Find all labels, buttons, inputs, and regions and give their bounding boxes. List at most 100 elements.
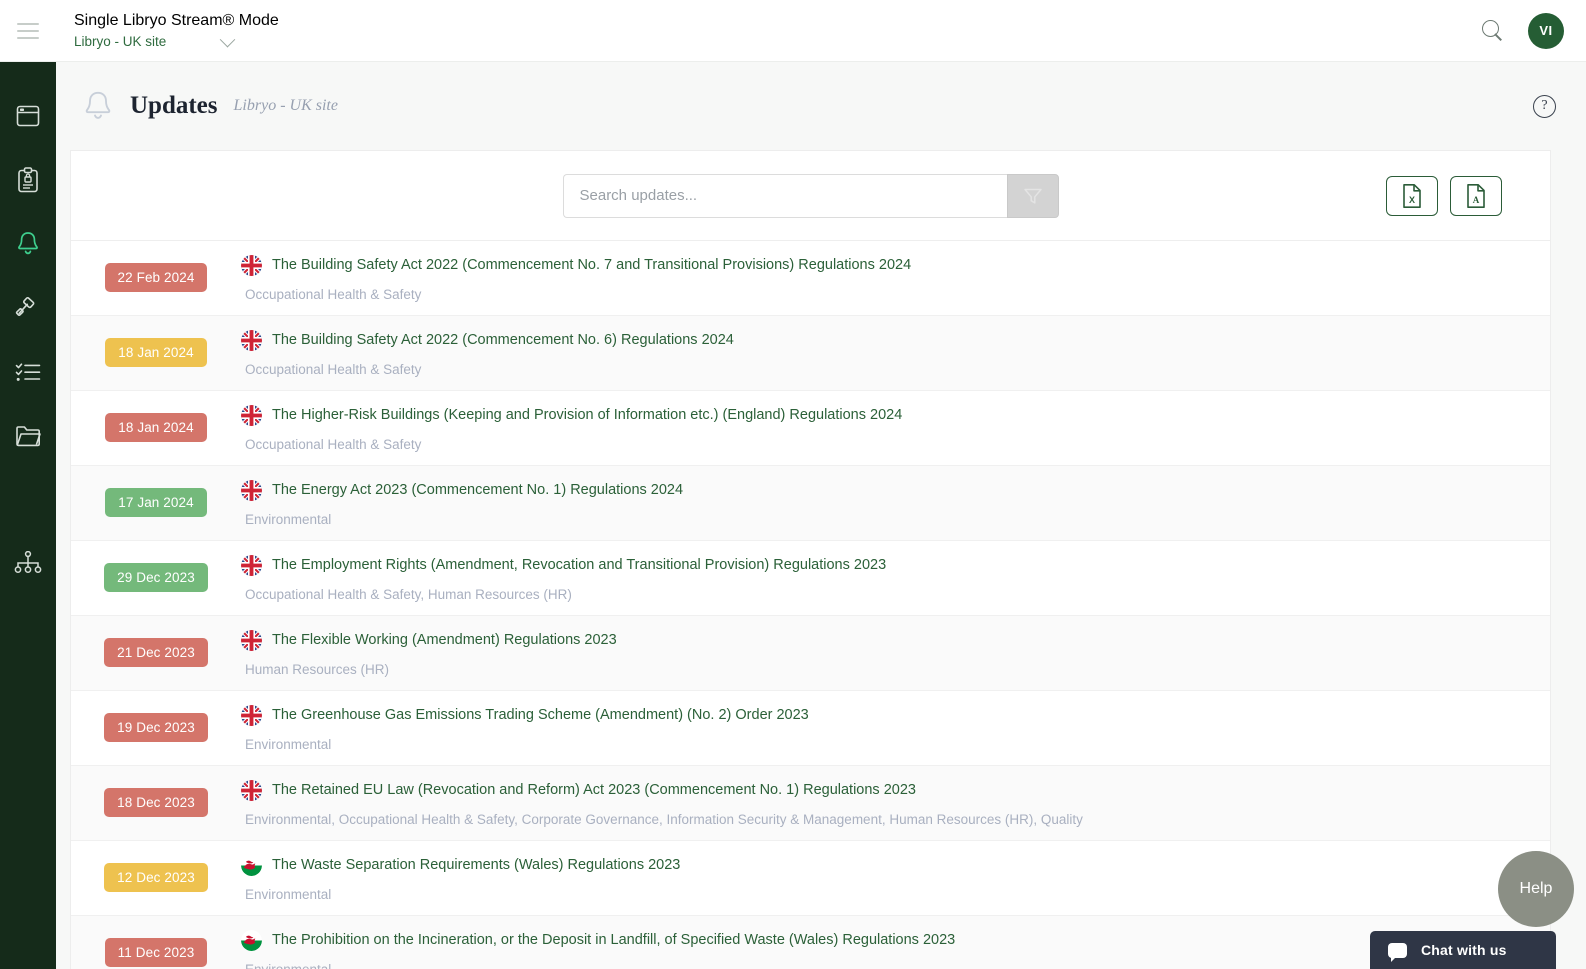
wales-flag-icon bbox=[241, 855, 262, 876]
update-row[interactable]: 11 Dec 2023 The Prohibition on the Incine… bbox=[71, 916, 1550, 969]
search-icon[interactable] bbox=[1480, 18, 1506, 44]
help-button[interactable]: Help bbox=[1498, 851, 1574, 927]
update-body: The Retained EU Law (Revocation and Refo… bbox=[241, 780, 1550, 827]
svg-text:X: X bbox=[1409, 195, 1415, 205]
uk-flag-icon bbox=[241, 780, 262, 801]
filter-button[interactable] bbox=[1006, 173, 1059, 218]
update-tags: Environmental bbox=[245, 887, 332, 902]
update-title-link[interactable]: The Higher-Risk Buildings (Keeping and P… bbox=[272, 406, 902, 425]
update-date-cell: 17 Jan 2024 bbox=[71, 480, 241, 517]
update-tags: Occupational Health & Safety, Human Reso… bbox=[245, 587, 572, 602]
update-tags: Occupational Health & Safety bbox=[245, 287, 422, 302]
stream-selector: Single Libryo Stream® Mode Libryo - UK s… bbox=[74, 11, 279, 51]
uk-flag-icon bbox=[241, 255, 262, 276]
org-chart-icon bbox=[14, 551, 42, 573]
chevron-down-icon bbox=[220, 31, 236, 47]
page-subtitle: Libryo - UK site bbox=[233, 97, 338, 114]
question-circle-icon[interactable]: ? bbox=[1533, 94, 1556, 118]
update-body: The Building Safety Act 2022 (Commenceme… bbox=[241, 330, 1550, 377]
update-date-cell: 18 Jan 2024 bbox=[71, 330, 241, 367]
updates-list: 22 Feb 2024 The Building Safety Act 2022 … bbox=[71, 241, 1550, 969]
sidebar-item-updates[interactable] bbox=[8, 224, 48, 264]
update-date-badge: 12 Dec 2023 bbox=[104, 863, 208, 892]
uk-flag-icon bbox=[241, 480, 262, 501]
wales-flag-icon bbox=[241, 930, 262, 951]
update-date-badge: 11 Dec 2023 bbox=[104, 938, 208, 967]
update-title-line: The Employment Rights (Amendment, Revoca… bbox=[241, 555, 1520, 576]
svg-text:A: A bbox=[1473, 195, 1480, 205]
wales-flag-icon bbox=[241, 930, 262, 951]
export-buttons: X A bbox=[1386, 175, 1502, 216]
update-date-badge: 17 Jan 2024 bbox=[105, 488, 207, 517]
uk-flag-icon bbox=[241, 255, 262, 276]
update-date-cell: 12 Dec 2023 bbox=[71, 855, 241, 892]
update-title-link[interactable]: The Prohibition on the Incineration, or … bbox=[272, 931, 955, 950]
sidebar-item-legal-actions[interactable] bbox=[8, 288, 48, 328]
bell-icon bbox=[78, 84, 118, 128]
update-title-line: The Waste Separation Requirements (Wales… bbox=[241, 855, 1520, 876]
search-input[interactable] bbox=[562, 173, 1007, 218]
update-title-link[interactable]: The Waste Separation Requirements (Wales… bbox=[272, 856, 680, 875]
updates-page: Single Libryo Stream® Mode Libryo - UK s… bbox=[0, 0, 1586, 969]
excel-file-icon: X bbox=[1403, 183, 1421, 208]
update-tags: Occupational Health & Safety bbox=[245, 362, 422, 377]
sidebar-item-dashboard[interactable] bbox=[8, 96, 48, 136]
stream-site-dropdown[interactable]: Libryo - UK site bbox=[74, 31, 279, 51]
update-row[interactable]: 22 Feb 2024 The Building Safety Act 2022 … bbox=[71, 241, 1550, 316]
gavel-icon bbox=[15, 296, 35, 316]
update-title-link[interactable]: The Building Safety Act 2022 (Commenceme… bbox=[272, 256, 911, 275]
clipboard-lock-icon bbox=[18, 167, 38, 193]
update-title-link[interactable]: The Flexible Working (Amendment) Regulat… bbox=[272, 631, 617, 650]
page-title: Updates bbox=[130, 92, 218, 119]
update-title-link[interactable]: The Retained EU Law (Revocation and Refo… bbox=[272, 781, 916, 800]
update-row[interactable]: 19 Dec 2023 The Greenhouse Gas Emissions … bbox=[71, 691, 1550, 766]
sidebar-item-documents[interactable] bbox=[8, 416, 48, 456]
uk-flag-icon bbox=[241, 780, 262, 801]
update-title-line: The Building Safety Act 2022 (Commenceme… bbox=[241, 330, 1520, 351]
avatar[interactable]: VI bbox=[1528, 12, 1564, 49]
update-body: The Greenhouse Gas Emissions Trading Sch… bbox=[241, 705, 1550, 752]
update-date-cell: 29 Dec 2023 bbox=[71, 555, 241, 592]
update-title-link[interactable]: The Greenhouse Gas Emissions Trading Sch… bbox=[272, 706, 809, 725]
uk-flag-icon bbox=[241, 480, 262, 501]
updates-card: X A 22 Feb 2024 The Building Safety Act 2… bbox=[70, 150, 1551, 969]
update-body: The Building Safety Act 2022 (Commenceme… bbox=[241, 255, 1550, 302]
update-title-link[interactable]: The Energy Act 2023 (Commencement No. 1)… bbox=[272, 481, 683, 500]
update-row[interactable]: 18 Dec 2023 The Retained EU Law (Revocati… bbox=[71, 766, 1550, 841]
update-row[interactable]: 21 Dec 2023 The Flexible Working (Amendme… bbox=[71, 616, 1550, 691]
window-icon bbox=[16, 105, 40, 127]
update-tags: Environmental bbox=[245, 962, 1520, 969]
sidebar bbox=[0, 62, 56, 969]
uk-flag-icon bbox=[241, 630, 262, 651]
update-title-line: The Prohibition on the Incineration, or … bbox=[241, 930, 1520, 951]
uk-flag-icon bbox=[241, 705, 262, 726]
update-body: The Waste Separation Requirements (Wales… bbox=[241, 855, 1550, 902]
bell-icon bbox=[18, 232, 38, 255]
uk-flag-icon bbox=[241, 330, 262, 351]
uk-flag-icon bbox=[241, 405, 262, 426]
hamburger-menu-icon[interactable] bbox=[0, 22, 56, 39]
sidebar-item-tasks[interactable] bbox=[8, 352, 48, 392]
pdf-export-button[interactable]: A bbox=[1450, 175, 1502, 216]
excel-export-button[interactable]: X bbox=[1386, 175, 1438, 216]
update-title-link[interactable]: The Building Safety Act 2022 (Commenceme… bbox=[272, 331, 734, 350]
folder-icon bbox=[16, 426, 41, 447]
sidebar-item-registers[interactable] bbox=[8, 160, 48, 200]
update-body: The Flexible Working (Amendment) Regulat… bbox=[241, 630, 1550, 677]
update-row[interactable]: 12 Dec 2023 The Waste Separation Requirem… bbox=[71, 841, 1550, 916]
checklist-icon bbox=[15, 363, 41, 381]
sidebar-item-organisation[interactable] bbox=[8, 542, 48, 582]
chat-with-us-button[interactable]: Chat with us bbox=[1370, 931, 1556, 969]
update-title-line: The Flexible Working (Amendment) Regulat… bbox=[241, 630, 1520, 651]
update-date-badge: 18 Jan 2024 bbox=[105, 413, 207, 442]
update-title-link[interactable]: The Employment Rights (Amendment, Revoca… bbox=[272, 556, 886, 575]
wales-flag-icon bbox=[241, 855, 262, 876]
page-header: Updates Libryo - UK site ? bbox=[56, 62, 1586, 150]
update-row[interactable]: 18 Jan 2024 The Building Safety Act 2022 … bbox=[71, 316, 1550, 391]
uk-flag-icon bbox=[241, 630, 262, 651]
update-date-badge: 18 Dec 2023 bbox=[104, 788, 208, 817]
update-title-line: The Energy Act 2023 (Commencement No. 1)… bbox=[241, 480, 1520, 501]
update-row[interactable]: 18 Jan 2024 The Higher-Risk Buildings (Ke… bbox=[71, 391, 1550, 466]
update-row[interactable]: 29 Dec 2023 The Employment Rights (Amendm… bbox=[71, 541, 1550, 616]
update-row[interactable]: 17 Jan 2024 The Energy Act 2023 (Commence… bbox=[71, 466, 1550, 541]
